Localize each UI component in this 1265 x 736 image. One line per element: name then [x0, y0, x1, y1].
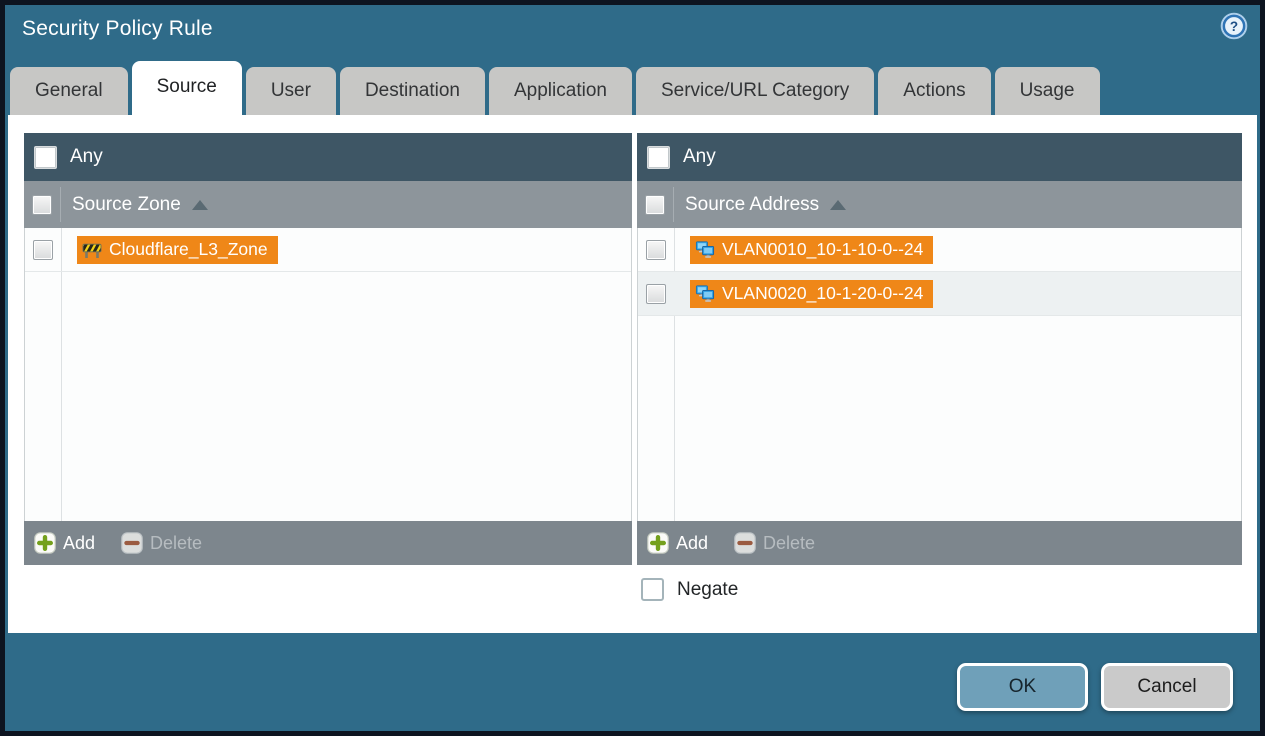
- tab-user[interactable]: User: [245, 67, 336, 115]
- negate-row: Negate: [641, 578, 738, 601]
- panels-container: Any Source Zone Cloudflare_L3_Zone Add D…: [24, 133, 1242, 565]
- source-zone-any-checkbox[interactable]: [34, 145, 57, 169]
- source-address-toolbar: Add Delete: [637, 521, 1242, 565]
- source-address-select-all-checkbox[interactable]: [645, 194, 665, 215]
- table-row: VLAN0010_10-1-10-0--24: [638, 228, 1241, 272]
- table-row: Cloudflare_L3_Zone: [25, 228, 631, 272]
- security-policy-rule-dialog: Security Policy Rule ? General Source Us…: [5, 5, 1260, 731]
- source-address-panel: Any Source Address VLAN0010_10-1-10-0--2…: [637, 133, 1242, 565]
- address-icon: [695, 240, 715, 258]
- source-zone-list: Cloudflare_L3_Zone: [24, 228, 632, 521]
- cancel-button[interactable]: Cancel: [1101, 663, 1233, 711]
- address-entry[interactable]: VLAN0020_10-1-20-0--24: [690, 279, 934, 308]
- zone-entry-label: Cloudflare_L3_Zone: [109, 239, 268, 259]
- address-icon: [695, 284, 715, 302]
- source-address-any-label: Any: [683, 146, 716, 167]
- source-zone-column-label: Source Zone: [72, 193, 181, 215]
- delete-minus-icon: [734, 532, 756, 554]
- delete-button-label: Delete: [763, 532, 816, 553]
- add-button-label: Add: [676, 532, 709, 553]
- negate-label: Negate: [677, 578, 739, 600]
- row-checkbox[interactable]: [646, 239, 666, 260]
- tab-source[interactable]: Source: [131, 61, 242, 115]
- add-plus-icon: [34, 532, 56, 554]
- delete-button[interactable]: Delete: [734, 532, 815, 554]
- source-zone-select-all-checkbox[interactable]: [32, 194, 52, 215]
- add-plus-icon: [647, 532, 669, 554]
- tab-bar: General Source User Destination Applicat…: [10, 61, 1104, 115]
- address-entry[interactable]: VLAN0010_10-1-10-0--24: [690, 235, 934, 264]
- source-address-column-label: Source Address: [685, 193, 820, 215]
- help-icon[interactable]: ?: [1220, 12, 1248, 40]
- add-button-label: Add: [63, 532, 96, 553]
- negate-checkbox[interactable]: [641, 578, 664, 601]
- source-address-list: VLAN0010_10-1-10-0--24 VLAN0020_10-1-20-…: [637, 228, 1242, 521]
- address-entry-label: VLAN0010_10-1-10-0--24: [722, 239, 924, 259]
- tab-general[interactable]: General: [10, 67, 128, 115]
- source-zone-toolbar: Add Delete: [24, 521, 632, 565]
- table-row: VLAN0020_10-1-20-0--24: [638, 272, 1241, 316]
- sort-ascending-icon: [830, 199, 847, 210]
- tab-service-url-category[interactable]: Service/URL Category: [635, 67, 875, 115]
- tab-usage[interactable]: Usage: [994, 67, 1100, 115]
- delete-button-label: Delete: [150, 532, 203, 553]
- zone-icon: [82, 243, 102, 258]
- dialog-title: Security Policy Rule: [22, 17, 213, 40]
- help-icon-glyph: ?: [1220, 12, 1248, 40]
- row-checkbox[interactable]: [646, 283, 666, 304]
- tab-destination[interactable]: Destination: [339, 67, 485, 115]
- ok-button[interactable]: OK: [957, 663, 1088, 711]
- source-zone-column-header[interactable]: Source Zone: [24, 181, 632, 228]
- sort-ascending-icon: [191, 199, 208, 210]
- delete-button[interactable]: Delete: [121, 532, 202, 554]
- add-button[interactable]: Add: [647, 532, 708, 554]
- source-zone-any-label: Any: [70, 146, 103, 167]
- column-separator: [673, 187, 674, 222]
- column-separator: [60, 187, 61, 222]
- source-tab-content: Any Source Zone Cloudflare_L3_Zone Add D…: [8, 115, 1257, 633]
- zone-entry[interactable]: Cloudflare_L3_Zone: [77, 235, 278, 264]
- add-button[interactable]: Add: [34, 532, 95, 554]
- source-zone-any-row: Any: [24, 133, 632, 181]
- tab-actions[interactable]: Actions: [878, 67, 991, 115]
- svg-text:?: ?: [1230, 19, 1238, 34]
- row-checkbox[interactable]: [33, 239, 53, 260]
- source-zone-panel: Any Source Zone Cloudflare_L3_Zone Add D…: [24, 133, 632, 565]
- source-address-column-header[interactable]: Source Address: [637, 181, 1242, 228]
- source-address-any-row: Any: [637, 133, 1242, 181]
- address-entry-label: VLAN0020_10-1-20-0--24: [722, 283, 924, 303]
- delete-minus-icon: [121, 532, 143, 554]
- tab-application[interactable]: Application: [489, 67, 632, 115]
- source-address-any-checkbox[interactable]: [647, 145, 670, 169]
